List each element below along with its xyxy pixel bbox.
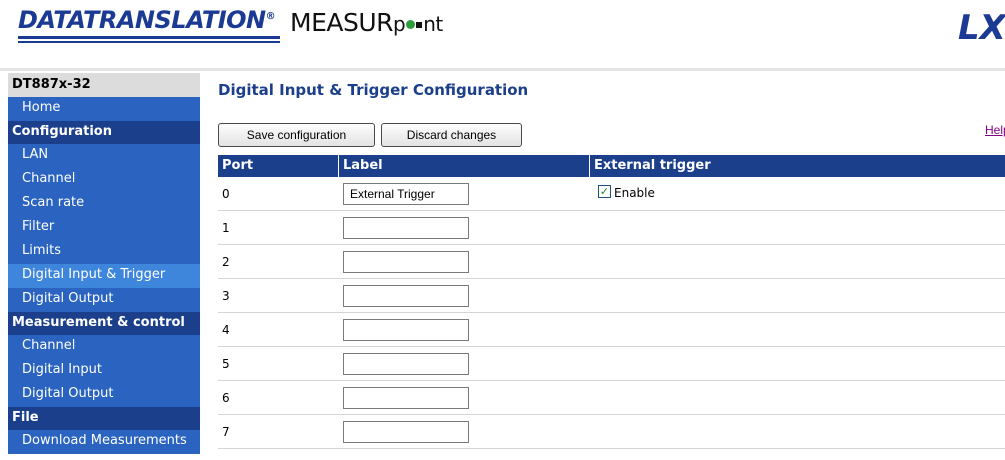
- table-row: 2: [218, 245, 1005, 279]
- brand-underline-thin: [18, 41, 280, 43]
- sidebar-item-digital-input-trigger[interactable]: Digital Input & Trigger: [8, 264, 200, 288]
- port-number: 5: [222, 357, 230, 371]
- product-name-part: nt: [423, 12, 443, 36]
- brand-name: DATATRANSLATION: [18, 6, 266, 34]
- label-input[interactable]: [343, 353, 469, 375]
- sidebar-item-mc-digital-input[interactable]: Digital Input: [8, 359, 200, 383]
- port-number: 2: [222, 255, 230, 269]
- lxi-logo: LXI: [958, 8, 1005, 48]
- label-input[interactable]: [343, 217, 469, 239]
- page-title: Digital Input & Trigger Configuration: [218, 81, 529, 99]
- label-input[interactable]: [343, 387, 469, 409]
- column-header-port: Port: [222, 158, 254, 173]
- table-row: 0 External Trigger ✓ Enable: [218, 177, 1005, 211]
- brand-underline: [18, 36, 280, 39]
- column-divider: [338, 155, 339, 177]
- product-name-part: p: [393, 12, 406, 36]
- save-configuration-button[interactable]: Save configuration: [218, 123, 375, 147]
- black-square-icon: [416, 22, 423, 28]
- column-divider: [589, 155, 590, 177]
- sidebar-item-channel[interactable]: Channel: [8, 168, 200, 192]
- port-number: 6: [222, 391, 230, 405]
- label-input[interactable]: [343, 285, 469, 307]
- port-number: 3: [222, 289, 230, 303]
- port-number: 4: [222, 323, 230, 337]
- page-header: DATATRANSLATION® MEASURpnt LXI: [0, 0, 1005, 66]
- sidebar-item-digital-output[interactable]: Digital Output: [8, 288, 200, 312]
- brand-registered-mark: ®: [265, 11, 276, 22]
- enable-label: Enable: [614, 186, 655, 200]
- sidebar-item-limits[interactable]: Limits: [8, 240, 200, 264]
- column-header-external-trigger: External trigger: [594, 158, 711, 173]
- sidebar-section-measurement-control: Measurement & control: [8, 312, 200, 335]
- label-input[interactable]: External Trigger: [343, 183, 469, 205]
- sidebar-item-mc-channel[interactable]: Channel: [8, 335, 200, 359]
- sidebar-item-lan[interactable]: LAN: [8, 144, 200, 168]
- column-header-label: Label: [343, 158, 383, 173]
- help-link[interactable]: Help: [985, 123, 1005, 137]
- sidebar-section-file: File: [8, 407, 200, 430]
- sidebar-section-configuration: Configuration: [8, 121, 200, 144]
- port-number: 1: [222, 221, 230, 235]
- sidebar-item-home[interactable]: Home: [8, 97, 200, 121]
- label-input[interactable]: [343, 421, 469, 443]
- sidebar-item-filter[interactable]: Filter: [8, 216, 200, 240]
- table-row: 6: [218, 381, 1005, 415]
- product-name-part: MEASUR: [290, 8, 394, 37]
- table-row: 3: [218, 279, 1005, 313]
- table-row: 4: [218, 313, 1005, 347]
- port-number: 7: [222, 425, 230, 439]
- table-row: 7: [218, 415, 1005, 449]
- product-logo: MEASURp nt: [290, 8, 443, 37]
- label-input[interactable]: [343, 251, 469, 273]
- table-header: Port Label External trigger: [218, 155, 1005, 177]
- device-name: DT887x-32: [8, 73, 200, 97]
- sidebar-item-scan-rate[interactable]: Scan rate: [8, 192, 200, 216]
- table-row: 5: [218, 347, 1005, 381]
- port-number: 0: [222, 187, 230, 201]
- sidebar-item-download-measurements[interactable]: Download Measurements: [8, 430, 200, 454]
- label-input[interactable]: [343, 319, 469, 341]
- table-row: 1: [218, 211, 1005, 245]
- header-divider: [0, 68, 1005, 71]
- sidebar-item-mc-digital-output[interactable]: Digital Output: [8, 383, 200, 407]
- brand-logo: DATATRANSLATION®: [18, 6, 276, 34]
- green-dot-icon: [406, 20, 416, 29]
- discard-changes-button[interactable]: Discard changes: [381, 123, 522, 147]
- external-trigger-checkbox[interactable]: ✓: [598, 185, 611, 198]
- sidebar-nav: DT887x-32 Home Configuration LAN Channel…: [8, 73, 200, 454]
